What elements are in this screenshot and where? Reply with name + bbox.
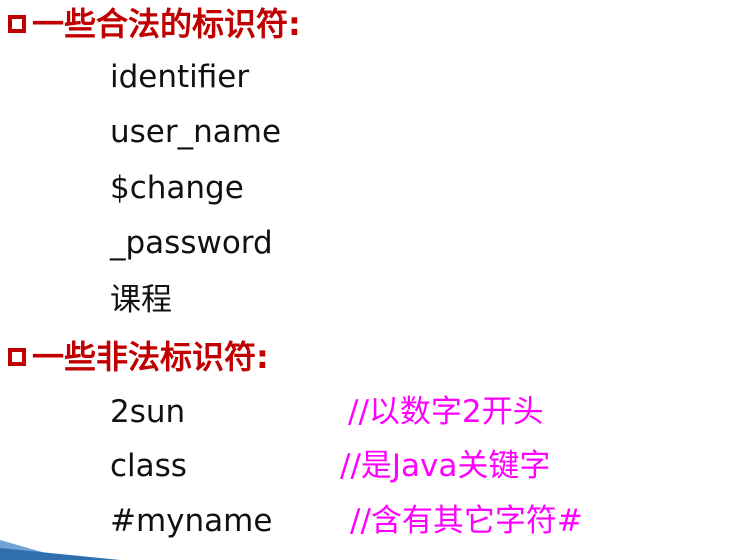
list-item: identifier (110, 59, 250, 95)
list-item: _password (110, 225, 273, 261)
list-item: #myname (110, 503, 273, 539)
list-item: $change (110, 170, 244, 206)
corner-decoration (0, 540, 120, 560)
item-comment: //含有其它字符# (350, 503, 583, 539)
square-bullet-icon (8, 15, 26, 33)
item-comment: //以数字2开头 (348, 394, 544, 430)
list-item: 课程 (110, 282, 172, 318)
illegal-heading-text: 一些非法标识符: (32, 338, 269, 376)
legal-heading: 一些合法的标识符: (8, 8, 301, 40)
item-comment: //是Java关键字 (340, 448, 551, 484)
list-item: user_name (110, 114, 282, 150)
list-item: class (110, 448, 187, 484)
list-item: 2sun (110, 394, 186, 430)
square-bullet-icon (8, 348, 26, 366)
illegal-heading: 一些非法标识符: (8, 341, 269, 373)
legal-heading-text: 一些合法的标识符: (32, 5, 301, 43)
